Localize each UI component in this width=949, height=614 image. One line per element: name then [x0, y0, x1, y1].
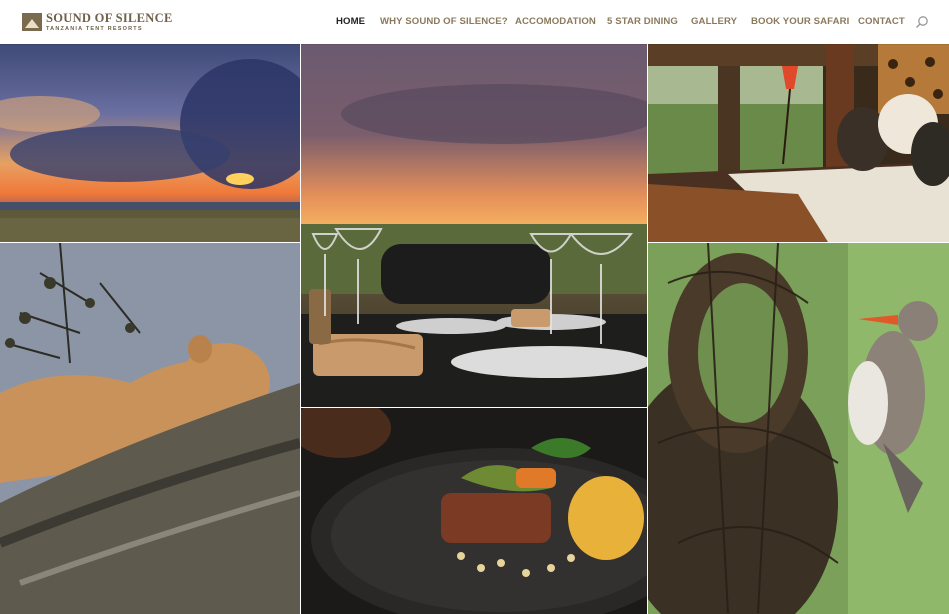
nav-accomodation[interactable]: ACCOMODATION — [515, 16, 596, 27]
photo-gallery — [0, 44, 949, 614]
nav-contact[interactable]: CONTACT — [858, 16, 905, 27]
nav-why-sound-of-silence[interactable]: WHY SOUND OF SILENCE? — [380, 16, 508, 27]
nav-5-star-dining[interactable]: 5 STAR DINING — [607, 16, 678, 27]
photo-dinner-table[interactable] — [301, 44, 647, 407]
brand-name: SOUND OF SILENCE — [46, 11, 173, 25]
nav-home[interactable]: HOME — [336, 16, 365, 27]
brand-tagline: TANZANIA TENT RESORTS — [46, 25, 143, 32]
main-nav: HOME WHY SOUND OF SILENCE? ACCOMODATION … — [336, 0, 949, 44]
photo-lioness-in-tree[interactable] — [0, 243, 300, 614]
search-icon[interactable] — [915, 15, 929, 29]
nav-gallery[interactable]: GALLERY — [691, 16, 737, 27]
tent-logo-icon — [22, 13, 42, 31]
nav-book-your-safari[interactable]: BOOK YOUR SAFARI — [751, 16, 849, 27]
photo-savanna-sunset[interactable] — [0, 44, 300, 242]
brand-logo[interactable]: SOUND OF SILENCE TANZANIA TENT RESORTS — [22, 12, 173, 32]
photo-tent-bedroom[interactable] — [648, 44, 949, 242]
site-header: SOUND OF SILENCE TANZANIA TENT RESORTS H… — [0, 0, 949, 44]
photo-weaver-bird-nest[interactable] — [648, 243, 949, 614]
photo-gourmet-dish[interactable] — [301, 408, 647, 614]
